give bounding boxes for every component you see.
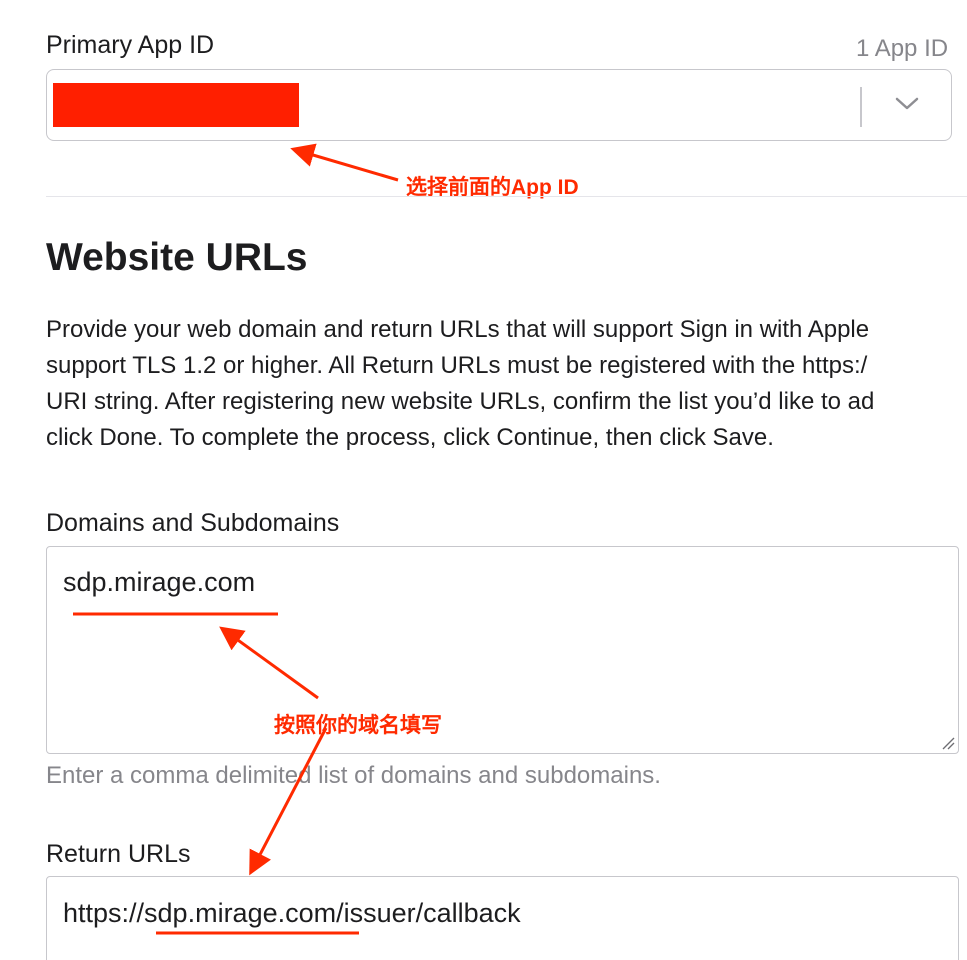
domains-value: sdp.mirage.com: [63, 567, 256, 597]
return-urls-textarea[interactable]: https://sdp.mirage.com/issuer/callback: [46, 876, 959, 960]
annotation-overlay: [73, 143, 399, 935]
sign-in-with-apple-config-page: Primary App ID 1 App ID 选择前面的App ID Webs…: [0, 0, 967, 960]
website-urls-heading: Website URLs: [46, 236, 308, 279]
description-line: support TLS 1.2 or higher. All Return UR…: [46, 352, 868, 379]
domains-hint: Enter a comma delimited list of domains …: [46, 762, 661, 789]
app-id-count: 1 App ID: [856, 35, 949, 62]
website-urls-description: Provide your web domain and return URLs …: [46, 312, 967, 456]
section-divider: [46, 196, 967, 197]
return-urls-label: Return URLs: [46, 840, 191, 868]
domains-textarea[interactable]: sdp.mirage.com: [46, 546, 959, 754]
return-urls-value: https://sdp.mirage.com/issuer/callback: [63, 898, 521, 928]
arrow-to-app-id: [290, 143, 399, 182]
redacted-app-id-value: [53, 83, 299, 127]
annotation-fill-domain: 按照你的域名填写: [274, 714, 442, 737]
description-line: Provide your web domain and return URLs …: [46, 316, 870, 343]
primary-app-id-label: Primary App ID: [46, 31, 215, 59]
description-line: click Done. To complete the process, cli…: [46, 424, 774, 451]
primary-app-id-select[interactable]: [46, 69, 952, 141]
description-line: URI string. After registering new websit…: [46, 388, 875, 415]
select-divider: [860, 87, 862, 127]
resize-grip-icon[interactable]: [941, 736, 955, 750]
chevron-down-icon[interactable]: [893, 92, 921, 114]
domains-label: Domains and Subdomains: [46, 509, 340, 537]
